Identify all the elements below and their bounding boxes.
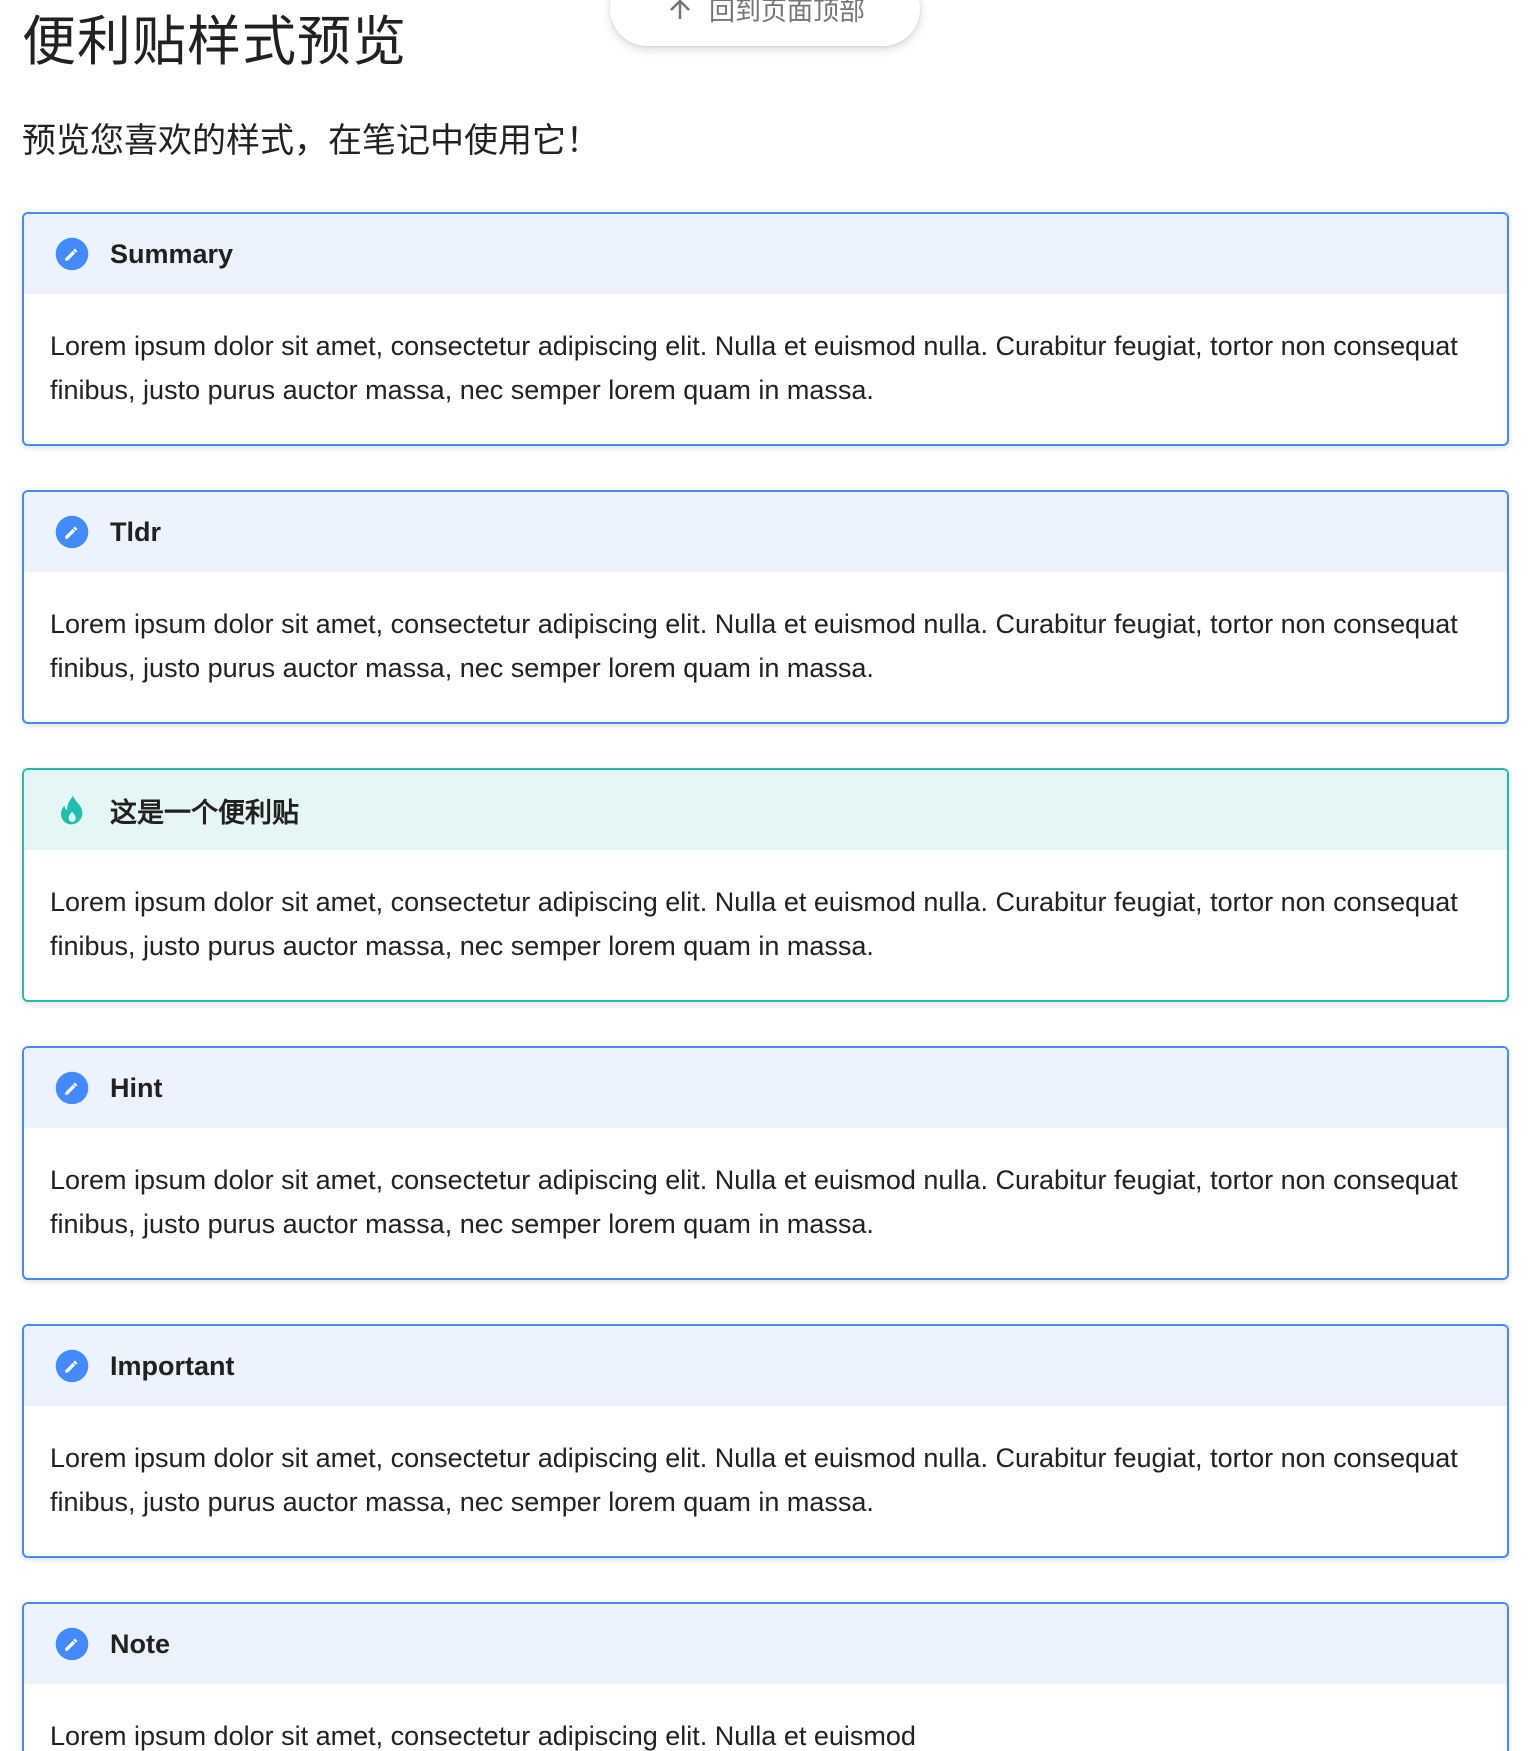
admonition-list: Summary Lorem ipsum dolor sit amet, cons…	[22, 212, 1509, 1751]
admonition-title: 这是一个便利贴	[110, 797, 299, 828]
page: 便利贴样式预览 预览您喜欢的样式，在笔记中使用它！ 回到页面顶部 Summary…	[0, 0, 1535, 1751]
admonition-tldr: Tldr Lorem ipsum dolor sit amet, consect…	[22, 490, 1509, 724]
admonition-header[interactable]: Note	[24, 1604, 1507, 1684]
pencil-icon	[54, 1626, 90, 1662]
admonition-header[interactable]: 这是一个便利贴	[24, 770, 1507, 850]
admonition-summary: Summary Lorem ipsum dolor sit amet, cons…	[22, 212, 1509, 446]
back-to-top-label: 回到页面顶部	[708, 0, 865, 26]
admonition-title: Tldr	[110, 516, 161, 547]
admonition-header[interactable]: Hint	[24, 1048, 1507, 1128]
admonition-title: Important	[110, 1350, 235, 1381]
flame-icon	[54, 792, 90, 828]
admonition-header[interactable]: Tldr	[24, 492, 1507, 572]
admonition-header[interactable]: Important	[24, 1326, 1507, 1406]
admonition-title: Summary	[110, 238, 234, 269]
admonition-body: Lorem ipsum dolor sit amet, consectetur …	[50, 887, 1458, 961]
page-title: 便利贴样式预览	[22, 12, 407, 72]
admonition-note: Note Lorem ipsum dolor sit amet, consect…	[22, 1602, 1509, 1751]
back-to-top-button[interactable]: 回到页面顶部	[610, 0, 920, 46]
admonition-body: Lorem ipsum dolor sit amet, consectetur …	[50, 331, 1458, 405]
pencil-icon	[54, 1348, 90, 1384]
arrow-up-icon	[665, 0, 695, 24]
pencil-icon	[54, 1070, 90, 1106]
admonition-hint: Hint Lorem ipsum dolor sit amet, consect…	[22, 1046, 1509, 1280]
admonition-header[interactable]: Summary	[24, 214, 1507, 294]
admonition-title: Note	[110, 1628, 170, 1659]
admonition-body: Lorem ipsum dolor sit amet, consectetur …	[50, 609, 1458, 683]
pencil-icon	[54, 236, 90, 272]
pencil-icon	[54, 514, 90, 550]
admonition-body: Lorem ipsum dolor sit amet, consectetur …	[50, 1721, 916, 1751]
admonition-title: Hint	[110, 1072, 163, 1103]
admonition-tip: 这是一个便利贴 Lorem ipsum dolor sit amet, cons…	[22, 768, 1509, 1002]
admonition-body: Lorem ipsum dolor sit amet, consectetur …	[50, 1165, 1458, 1239]
admonition-important: Important Lorem ipsum dolor sit amet, co…	[22, 1324, 1509, 1558]
admonition-body: Lorem ipsum dolor sit amet, consectetur …	[50, 1443, 1458, 1517]
page-subtitle: 预览您喜欢的样式，在笔记中使用它！	[22, 122, 600, 160]
